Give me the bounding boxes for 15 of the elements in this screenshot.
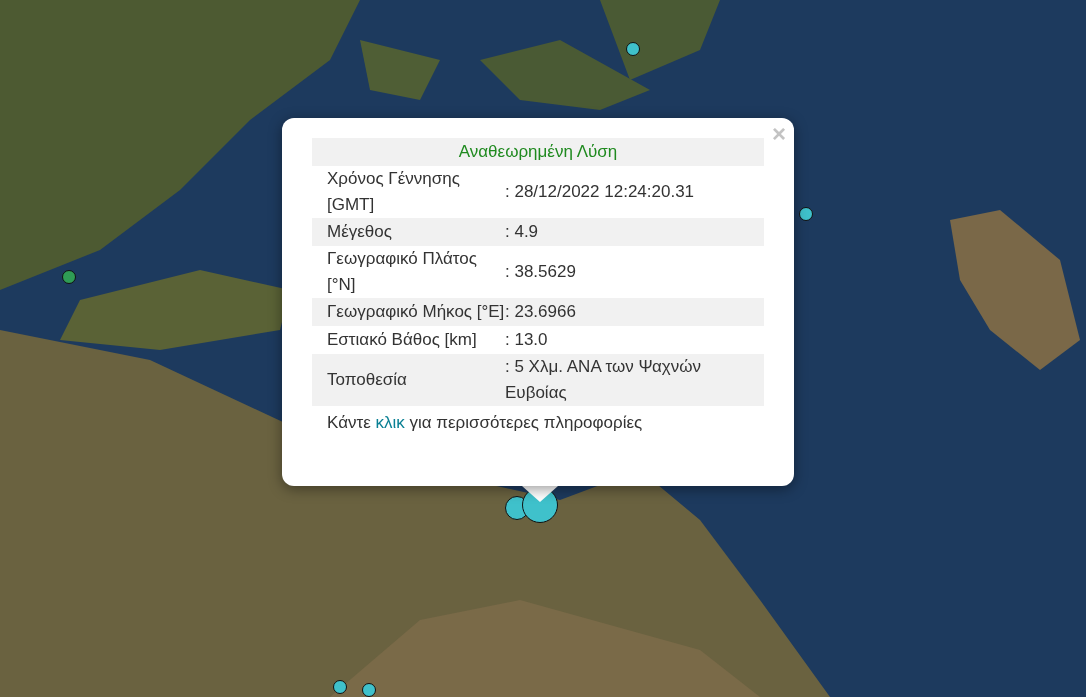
field-label: Εστιακό Βάθος [km] [326, 329, 478, 351]
field-label: Γεωγραφικό Μήκος [°E] [326, 301, 505, 323]
popup-title: Αναθεωρημένη Λύση [312, 138, 764, 166]
field-value: : 13.0 [505, 329, 549, 351]
field-value: : 5 Χλμ. ΑΝΑ των Ψαχνών Ευβοίας [505, 356, 703, 404]
field-label: Τοποθεσία [326, 369, 408, 391]
field-value: : 23.6966 [505, 301, 577, 323]
more-info-link[interactable]: κλικ [375, 413, 405, 432]
field-label: Μέγεθος [326, 221, 393, 243]
field-label: Χρόνος Γέννησης [GMT] [326, 168, 461, 216]
field-label: Γεωγραφικό Πλάτος [°N] [326, 248, 478, 296]
field-value: : 28/12/2022 12:24:20.31 [505, 181, 696, 203]
field-value: : 4.9 [505, 221, 540, 243]
field-value: : 38.5629 [505, 261, 577, 283]
more-info-sentence: Κάντε κλικ για περισσότερες πληροφορίες [326, 412, 644, 434]
